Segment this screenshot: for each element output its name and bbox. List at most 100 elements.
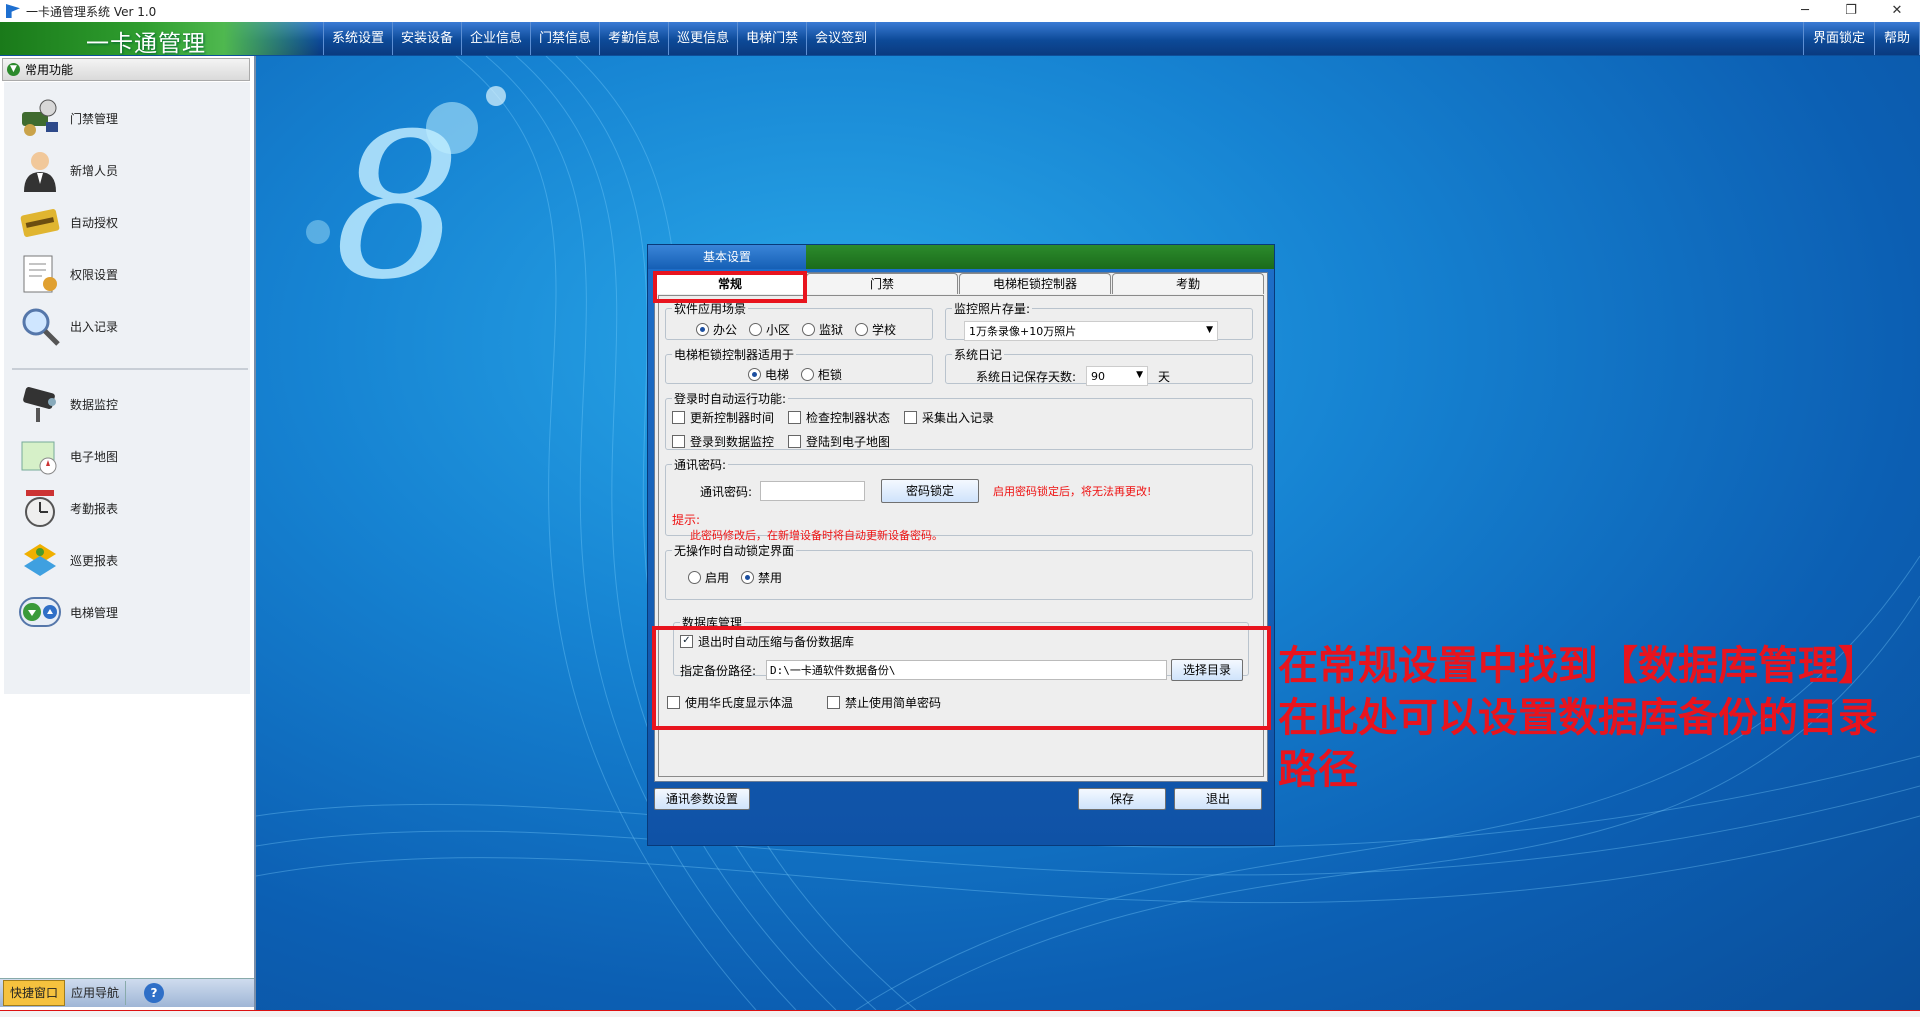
elevator-group: 电梯柜锁控制器适用于 电梯 柜锁 — [665, 346, 933, 384]
settings-dialog: 基本设置 常规 门禁 电梯柜锁控制器 考勤 软件应用场景 办公 小区 监狱 学校… — [647, 244, 1275, 846]
sidebar-item-label: 自动授权 — [70, 215, 119, 230]
autolock-disable-label: 禁用 — [758, 571, 783, 585]
autolock-options: 启用 禁用 — [688, 569, 794, 586]
scene-group: 软件应用场景 办公 小区 监狱 学校 — [665, 300, 933, 340]
autolock-legend: 无操作时自动锁定界面 — [674, 544, 795, 558]
tab-app-navigation[interactable]: 应用导航 — [65, 981, 127, 1005]
photo-storage-group: 监控照片存量: 1万条录像+10万照片 ▼ — [945, 300, 1253, 341]
menu-patrol-info[interactable]: 巡更信息 — [668, 22, 737, 55]
scene-office-radio[interactable]: 办公 — [696, 321, 737, 338]
menu-help[interactable]: 帮助 — [1873, 22, 1920, 55]
autorun-update-time-check[interactable]: 更新控制器时间 — [672, 409, 774, 426]
radio-icon — [688, 571, 701, 584]
menu-right: 界面锁定 帮助 — [1802, 22, 1920, 55]
scene-school-label: 学校 — [872, 323, 897, 337]
scene-options: 办公 小区 监狱 学校 — [696, 321, 908, 338]
comm-settings-button[interactable]: 通讯参数设置 — [654, 788, 750, 810]
restore-button[interactable]: ❐ — [1828, 0, 1874, 22]
menu-lock-ui[interactable]: 界面锁定 — [1802, 22, 1874, 55]
elevator-locker-label: 柜锁 — [818, 368, 843, 382]
menu-system-settings[interactable]: 系统设置 — [323, 22, 392, 55]
app-flag-icon — [6, 4, 20, 18]
menu-meeting-checkin[interactable]: 会议签到 — [806, 22, 877, 55]
sidebar-item-label: 电子地图 — [70, 449, 119, 464]
autolock-enable-radio[interactable]: 启用 — [688, 569, 729, 586]
clock-icon — [18, 486, 62, 530]
comm-password-group: 通讯密码: 通讯密码: 密码锁定 启用密码锁定后，将无法再更改! 提示: 此密码… — [665, 456, 1253, 542]
elevator-lift-label: 电梯 — [765, 368, 790, 382]
checkbox-icon — [904, 411, 918, 424]
annotation-text: 在常规设置中找到【数据库管理】 在此处可以设置数据库备份的目录 路径 — [1278, 640, 1918, 796]
scene-community-label: 小区 — [766, 323, 791, 337]
annotation-line-2: 在此处可以设置数据库备份的目录 — [1278, 695, 1878, 741]
sidebar-item-e-map[interactable]: 电子地图 — [18, 432, 118, 480]
scene-prison-radio[interactable]: 监狱 — [802, 321, 843, 338]
radio-icon — [696, 323, 709, 336]
close-button[interactable]: ✕ — [1874, 0, 1920, 22]
autorun-row-1: 更新控制器时间 检查控制器状态 采集出入记录 — [672, 409, 1006, 426]
window-controls: ─ ❐ ✕ — [1782, 0, 1920, 22]
sidebar-item-auto-authorize[interactable]: 自动授权 — [18, 198, 118, 246]
autorun-check-status-check[interactable]: 检查控制器状态 — [788, 409, 890, 426]
comm-password-input[interactable] — [760, 481, 866, 501]
autolock-disable-radio[interactable]: 禁用 — [741, 569, 782, 586]
sidebar-header-label: 常用功能 — [25, 63, 74, 77]
autorun-map-label: 登陆到电子地图 — [806, 435, 891, 449]
elevator-icon — [18, 590, 62, 634]
syslog-days-select[interactable]: 90 ▼ — [1086, 366, 1149, 386]
camera-icon — [18, 382, 62, 426]
tab-attendance[interactable]: 考勤 — [1112, 273, 1264, 294]
autorun-collect-records-check[interactable]: 采集出入记录 — [904, 409, 994, 426]
sidebar: ▼ 常用功能 门禁管理 新增人员 自动授权 权限设置 出入记录 数据监控 电子地… — [0, 56, 256, 1010]
database-highlight — [652, 626, 1271, 730]
sidebar-item-access-control[interactable]: 门禁管理 — [18, 94, 118, 142]
dialog-title: 基本设置 — [648, 245, 806, 269]
comm-tip-label: 提示: — [672, 513, 701, 527]
sidebar-item-label: 巡更报表 — [70, 553, 119, 568]
photo-storage-select[interactable]: 1万条录像+10万照片 ▼ — [964, 321, 1218, 341]
sidebar-item-patrol-report[interactable]: 巡更报表 — [18, 536, 118, 584]
menu-install-devices[interactable]: 安装设备 — [392, 22, 461, 55]
sidebar-item-label: 新增人员 — [70, 163, 119, 178]
sidebar-header[interactable]: ▼ 常用功能 — [2, 58, 250, 81]
minimize-button[interactable]: ─ — [1782, 0, 1828, 22]
autorun-map-check[interactable]: 登陆到电子地图 — [788, 433, 890, 450]
help-icon[interactable]: ? — [144, 983, 165, 1003]
checkbox-icon — [788, 435, 802, 448]
autorun-monitor-check[interactable]: 登录到数据监控 — [672, 433, 774, 450]
elevator-legend: 电梯柜锁控制器适用于 — [674, 348, 795, 362]
tab-elevator-controller[interactable]: 电梯柜锁控制器 — [959, 273, 1111, 294]
scene-school-radio[interactable]: 学校 — [855, 321, 896, 338]
elevator-locker-radio[interactable]: 柜锁 — [801, 366, 842, 383]
autolock-group: 无操作时自动锁定界面 启用 禁用 — [665, 542, 1253, 600]
sidebar-item-data-monitor[interactable]: 数据监控 — [18, 380, 118, 428]
password-lock-button[interactable]: 密码锁定 — [881, 479, 980, 503]
menu-access-info[interactable]: 门禁信息 — [530, 22, 599, 55]
tab-access[interactable]: 门禁 — [806, 273, 958, 294]
elevator-lift-radio[interactable]: 电梯 — [748, 366, 789, 383]
menu-company-info[interactable]: 企业信息 — [461, 22, 530, 55]
sidebar-item-new-person[interactable]: 新增人员 — [18, 146, 118, 194]
exit-button[interactable]: 退出 — [1174, 788, 1262, 810]
radio-icon — [748, 368, 761, 381]
brand-title: 一卡通管理 — [86, 31, 206, 57]
checkbox-icon — [788, 411, 802, 424]
menu-elevator-access[interactable]: 电梯门禁 — [737, 22, 806, 55]
save-button[interactable]: 保存 — [1078, 788, 1166, 810]
comm-tip-text: 此密码修改后，在新增设备时将自动更新设备密码。 — [690, 529, 943, 542]
autorun-check-status-label: 检查控制器状态 — [806, 411, 891, 425]
chevron-down-icon[interactable]: ▼ — [7, 63, 20, 76]
menu-attendance-info[interactable]: 考勤信息 — [599, 22, 668, 55]
general-tab-highlight — [653, 271, 807, 303]
radio-icon — [749, 323, 763, 336]
scene-community-radio[interactable]: 小区 — [749, 321, 790, 338]
sidebar-item-attendance-report[interactable]: 考勤报表 — [18, 484, 118, 532]
sidebar-item-permissions[interactable]: 权限设置 — [18, 250, 118, 298]
sidebar-item-elevator[interactable]: 电梯管理 — [18, 588, 118, 636]
syslog-days-label: 系统日记保存天数: — [976, 369, 1077, 384]
checkbox-icon — [672, 435, 685, 448]
autorun-row-2: 登录到数据监控 登陆到电子地图 — [672, 433, 902, 450]
photo-storage-value: 1万条录像+10万照片 — [969, 325, 1077, 338]
tab-quick-window[interactable]: 快捷窗口 — [3, 980, 66, 1006]
sidebar-item-access-records[interactable]: 出入记录 — [18, 302, 118, 350]
